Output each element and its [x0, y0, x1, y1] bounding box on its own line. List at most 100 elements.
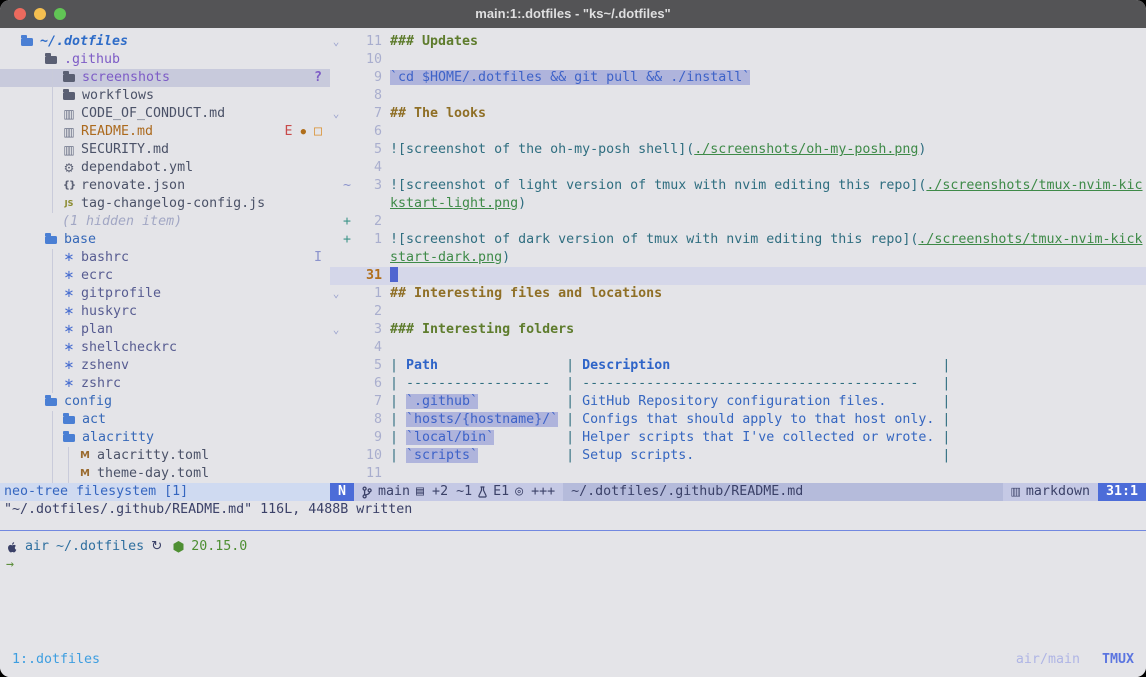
editor-line[interactable]: 2: [330, 303, 1146, 321]
tree-item-alacritty[interactable]: alacritty: [0, 429, 330, 447]
tmux-window-tab[interactable]: 1:.dotfiles: [12, 651, 100, 669]
syntax-segment: ): [502, 250, 510, 265]
editor-line[interactable]: 10: [330, 51, 1146, 69]
syntax-segment: `hosts/{hostname}/`: [406, 412, 558, 427]
git-sign-column: [342, 195, 352, 213]
line-number: 2: [352, 213, 382, 231]
tree-item-workflows[interactable]: workflows: [0, 87, 330, 105]
line-text: ![screenshot of dark version of tmux wit…: [390, 231, 1146, 249]
editor-line[interactable]: kstart-light.png): [330, 195, 1146, 213]
tree-item-theme-day.toml[interactable]: Mtheme-day.toml: [0, 465, 330, 483]
gutter-gap: [382, 87, 390, 105]
tmux-pane-border[interactable]: [0, 530, 1146, 531]
line-text: | `hosts/{hostname}/` | Configs that sho…: [390, 411, 1146, 429]
tree-item-screenshots[interactable]: screenshots?: [0, 69, 330, 87]
gutter-gap: [382, 429, 390, 447]
editor-line[interactable]: +2: [330, 213, 1146, 231]
tree-item-alacritty.toml[interactable]: Malacritty.toml: [0, 447, 330, 465]
fold-column: [330, 411, 342, 429]
tree-item-code-of-conduct.md[interactable]: ▥CODE_OF_CONDUCT.md: [0, 105, 330, 123]
star-file-icon: ∗: [62, 249, 76, 267]
editor-line[interactable]: ⌄1## Interesting files and locations: [330, 285, 1146, 303]
editor-line[interactable]: ⌄3### Interesting folders: [330, 321, 1146, 339]
line-number: 31: [352, 267, 382, 285]
tree-item-bashrc[interactable]: ∗bashrcI: [0, 249, 330, 267]
tree-item-base[interactable]: base: [0, 231, 330, 249]
tree-item-.github[interactable]: .github: [0, 51, 330, 69]
tree-item-ecrc[interactable]: ∗ecrc: [0, 267, 330, 285]
git-sign-column: [342, 321, 352, 339]
editor-line[interactable]: 4: [330, 339, 1146, 357]
tmux-status-bar: 1:.dotfiles air/main TMUX: [0, 649, 1146, 671]
fold-column: [330, 123, 342, 141]
editor-line[interactable]: ⌄7## The looks: [330, 105, 1146, 123]
editor-line[interactable]: 9`cd $HOME/.dotfiles && git pull && ./in…: [330, 69, 1146, 87]
shell-prompt[interactable]: air ~/.dotfiles ↻ 20.15.0: [0, 538, 1146, 556]
editor-line[interactable]: 11: [330, 465, 1146, 483]
tree-item-gitprofile[interactable]: ∗gitprofile: [0, 285, 330, 303]
git-sign-column: ~: [342, 177, 352, 195]
tree-item-huskyrc[interactable]: ∗huskyrc: [0, 303, 330, 321]
status-badge: I: [314, 249, 322, 267]
editor-line[interactable]: +1![screenshot of dark version of tmux w…: [330, 231, 1146, 249]
editor-line[interactable]: 6| ------------------ | ----------------…: [330, 375, 1146, 393]
folder-icon: [45, 56, 57, 64]
tree-item-shellcheckrc[interactable]: ∗shellcheckrc: [0, 339, 330, 357]
gutter-gap: [382, 195, 390, 213]
editor-line[interactable]: 9| `local/bin` | Helper scripts that I'v…: [330, 429, 1146, 447]
editor-line[interactable]: 5| Path | Description |: [330, 357, 1146, 375]
gutter-gap: [382, 69, 390, 87]
editor-line[interactable]: ⌄11### Updates: [330, 33, 1146, 51]
git-sign-column: [342, 249, 352, 267]
tree-item-zshenv[interactable]: ∗zshenv: [0, 357, 330, 375]
editor-line[interactable]: 4: [330, 159, 1146, 177]
tree-item-label: shellcheckrc: [81, 339, 177, 357]
tree-item-renovate.json[interactable]: {}renovate.json: [0, 177, 330, 195]
editor-line[interactable]: 8| `hosts/{hostname}/` | Configs that sh…: [330, 411, 1146, 429]
tree-item-act[interactable]: act: [0, 411, 330, 429]
prompt-arrow[interactable]: →: [0, 556, 1146, 574]
git-sign-column: +: [342, 213, 352, 231]
editor-line[interactable]: start-dark.png): [330, 249, 1146, 267]
tree-item-plan[interactable]: ∗plan: [0, 321, 330, 339]
gutter-gap: [382, 339, 390, 357]
fold-marker-icon[interactable]: ⌄: [330, 285, 342, 303]
syntax-segment: Description: [582, 358, 670, 373]
syntax-segment: Configs that should apply to that host o…: [582, 412, 934, 427]
syntax-segment: [494, 430, 558, 445]
tree-item-readme.md[interactable]: ▥README.mdE●□: [0, 123, 330, 141]
folder-icon: [63, 416, 75, 424]
fold-column: [330, 447, 342, 465]
cursor-position: 31:1: [1098, 483, 1146, 501]
line-text: ## The looks: [390, 105, 1146, 123]
tree-item-label: gitprofile: [81, 285, 161, 303]
git-sign-column: [342, 339, 352, 357]
tree-item-label: zshenv: [81, 357, 129, 375]
editor-line[interactable]: 5![screenshot of the oh-my-posh shell](.…: [330, 141, 1146, 159]
folder-icon: [63, 434, 75, 442]
tree-item-dependabot.yml[interactable]: ⚙dependabot.yml: [0, 159, 330, 177]
editor-line[interactable]: 10| `scripts` | Setup scripts. |: [330, 447, 1146, 465]
tree-guide: [52, 411, 53, 483]
line-text: ### Interesting folders: [390, 321, 1146, 339]
line-text: [390, 213, 1146, 231]
syntax-segment: |: [934, 448, 950, 463]
tree-item--1-hidden-item-[interactable]: (1 hidden item): [0, 213, 330, 231]
tree-item-security.md[interactable]: ▥SECURITY.md: [0, 141, 330, 159]
neo-tree-statusline: neo-tree filesystem [1]: [0, 483, 330, 501]
editor-line[interactable]: 6: [330, 123, 1146, 141]
line-text: [390, 51, 1146, 69]
fold-marker-icon[interactable]: ⌄: [330, 33, 342, 51]
tree-item-zshrc[interactable]: ∗zshrc: [0, 375, 330, 393]
editor-line[interactable]: 8: [330, 87, 1146, 105]
editor-line[interactable]: ~3![screenshot of light version of tmux …: [330, 177, 1146, 195]
folder-icon: [63, 74, 75, 82]
editor-line[interactable]: 31: [330, 267, 1146, 285]
tree-item---.dotfiles[interactable]: ~/.dotfiles: [0, 33, 330, 51]
fold-marker-icon[interactable]: ⌄: [330, 105, 342, 123]
tree-item-config[interactable]: config: [0, 393, 330, 411]
tree-item-tag-changelog-config.js[interactable]: JStag-changelog-config.js: [0, 195, 330, 213]
editor-line[interactable]: 7| `.github` | GitHub Repository configu…: [330, 393, 1146, 411]
gutter-gap: [382, 375, 390, 393]
fold-marker-icon[interactable]: ⌄: [330, 321, 342, 339]
